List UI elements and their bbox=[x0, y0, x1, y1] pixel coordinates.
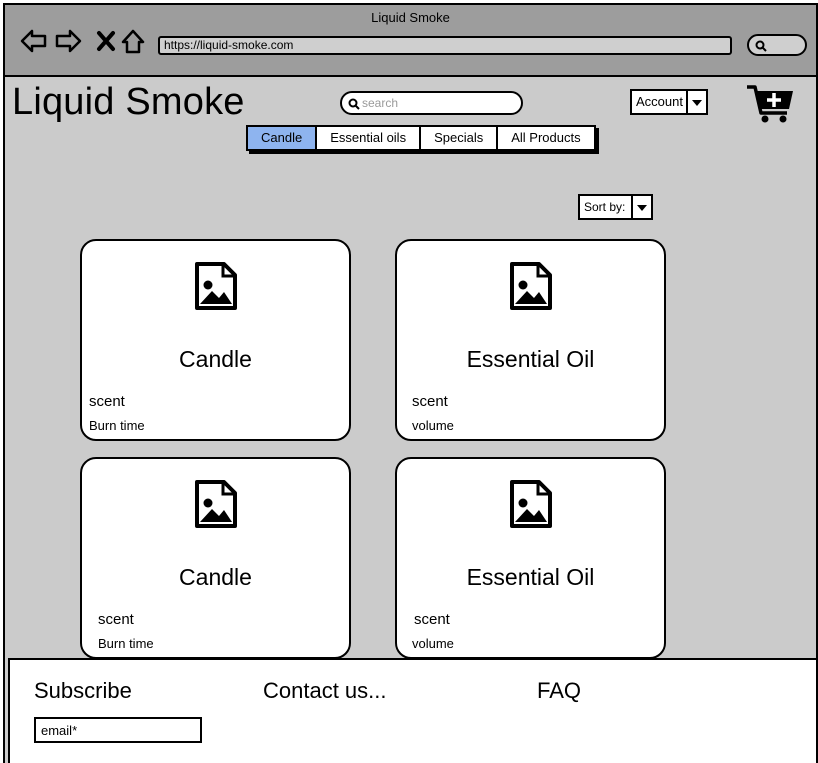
site-logo[interactable]: Liquid Smoke bbox=[12, 81, 245, 124]
image-placeholder-icon bbox=[194, 479, 238, 534]
tab-candle[interactable]: Candle bbox=[248, 127, 318, 149]
close-icon[interactable] bbox=[93, 27, 121, 55]
sort-label: Sort by: bbox=[580, 196, 633, 218]
email-input[interactable] bbox=[36, 719, 200, 741]
category-tabs: Candle Essential oils Specials All Produ… bbox=[246, 125, 596, 151]
search-icon bbox=[755, 40, 767, 52]
product-name: Candle bbox=[179, 564, 252, 590]
site-search[interactable] bbox=[340, 91, 523, 115]
account-label: Account bbox=[632, 91, 688, 113]
window-title: Liquid Smoke bbox=[371, 10, 450, 25]
product-card[interactable]: Essential Oil scent volume bbox=[395, 239, 666, 441]
product-card[interactable]: Essential Oil scent volume bbox=[395, 457, 666, 659]
product-scent: scent bbox=[89, 393, 125, 410]
back-arrow-icon[interactable] bbox=[19, 27, 47, 55]
image-placeholder-icon bbox=[194, 261, 238, 316]
product-name: Essential Oil bbox=[466, 564, 595, 590]
product-attribute: volume bbox=[412, 418, 454, 433]
address-bar[interactable]: https://liquid-smoke.com bbox=[158, 36, 732, 55]
browser-toolbar: Liquid Smoke https://liquid-smoke.com bbox=[5, 5, 816, 77]
image-placeholder-icon bbox=[509, 261, 553, 316]
chevron-down-icon[interactable] bbox=[633, 196, 651, 218]
product-scent: scent bbox=[98, 611, 134, 628]
site-footer: Subscribe Contact us... FAQ bbox=[8, 658, 818, 763]
image-placeholder-icon bbox=[509, 479, 553, 534]
product-attribute: Burn time bbox=[89, 418, 145, 433]
tab-essential-oils[interactable]: Essential oils bbox=[317, 127, 422, 149]
product-attribute: volume bbox=[412, 636, 454, 651]
search-input[interactable] bbox=[362, 95, 512, 111]
faq-link[interactable]: FAQ bbox=[537, 678, 581, 704]
account-dropdown[interactable]: Account bbox=[630, 89, 708, 115]
product-name: Essential Oil bbox=[466, 346, 595, 372]
product-scent: scent bbox=[412, 393, 448, 410]
chevron-down-icon[interactable] bbox=[688, 91, 706, 113]
home-icon[interactable] bbox=[120, 27, 148, 55]
product-card[interactable]: Candle scent Burn time bbox=[80, 457, 351, 659]
email-field[interactable] bbox=[34, 717, 202, 743]
product-card[interactable]: Candle scent Burn time bbox=[80, 239, 351, 441]
product-attribute: Burn time bbox=[98, 636, 154, 651]
search-icon bbox=[348, 98, 360, 110]
forward-arrow-icon[interactable] bbox=[55, 27, 83, 55]
contact-us-link[interactable]: Contact us... bbox=[263, 678, 387, 704]
product-scent: scent bbox=[414, 611, 450, 628]
product-name: Candle bbox=[179, 346, 252, 372]
browser-search-box[interactable] bbox=[747, 34, 807, 56]
cart-add-icon[interactable] bbox=[745, 83, 797, 130]
tab-specials[interactable]: Specials bbox=[421, 127, 499, 149]
tab-all-products[interactable]: All Products bbox=[498, 127, 594, 149]
sort-dropdown[interactable]: Sort by: bbox=[578, 194, 653, 220]
subscribe-heading: Subscribe bbox=[34, 678, 132, 703]
browser-window: Liquid Smoke https://liquid-smoke.com Li… bbox=[3, 3, 818, 763]
